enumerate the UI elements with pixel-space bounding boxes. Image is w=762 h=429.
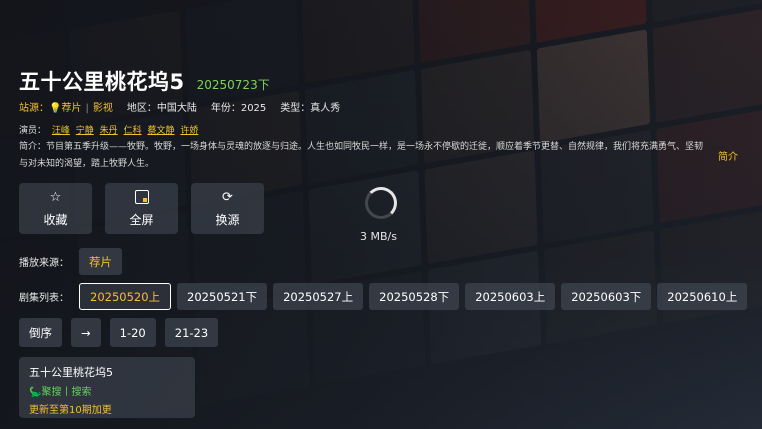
cast-link[interactable]: 汪峰 (52, 126, 70, 136)
episode-list-label: 剧集列表： (19, 293, 69, 304)
fullscreen-button[interactable]: 全屏 (105, 183, 178, 234)
episode-controls: 倒序 → 1-20 21-23 (19, 318, 219, 347)
source-label: 播放来源： (19, 258, 69, 269)
episode-item[interactable]: 20250521下 (177, 283, 268, 310)
related-card-search-links[interactable]: 🦕聚搜丨搜索 (29, 383, 185, 398)
episode-item[interactable]: 20250603上 (465, 283, 556, 310)
episode-item[interactable]: 20250603下 (561, 283, 652, 310)
show-title: 五十公里桃花坞5 (19, 70, 185, 94)
range-tab[interactable]: 21-23 (164, 318, 219, 347)
cast-link[interactable]: 仁科 (124, 126, 142, 136)
episode-list: 剧集列表： 20250520上 20250521下 20250527上 2025… (19, 283, 748, 310)
favorite-label: 收藏 (43, 213, 68, 227)
download-speed: 3 MB/s (360, 230, 397, 243)
episode-item[interactable]: 20250528下 (369, 283, 460, 310)
range-tab[interactable]: 1-20 (109, 318, 156, 347)
source-row: 播放来源： 荐片 (19, 248, 122, 275)
site-type: 影视 (92, 103, 113, 114)
description: 简介：节目第五季升级——牧野。牧野，一场身体与灵魂的放逐与归途。人生也如同牧民一… (19, 142, 704, 169)
episode-item[interactable]: 20250527上 (273, 283, 364, 310)
site-separator: | (85, 103, 89, 114)
cast-link[interactable]: 宁静 (76, 126, 94, 136)
year: 年份：2025 (210, 103, 267, 114)
site-info[interactable]: 站源：💡荐片 | 影视 (19, 99, 113, 114)
cast-row: 演员： 汪峰 宁静 朱丹 仁科 蔡文静 许娇 (19, 123, 198, 136)
site-label: 站源： (19, 103, 49, 114)
source-chip[interactable]: 荐片 (79, 248, 122, 275)
arrow-right-icon[interactable]: → (71, 318, 101, 347)
favorite-button[interactable]: ☆ 收藏 (19, 183, 92, 234)
related-card-update: 更新至第10期加更 (29, 405, 112, 416)
switch-source-button[interactable]: ⟳ 换源 (191, 183, 264, 234)
action-bar: ☆ 收藏 全屏 ⟳ 换源 (19, 183, 264, 234)
loading-spinner-icon (365, 187, 397, 219)
latest-episode: 20250723下 (196, 78, 270, 92)
refresh-icon: ⟳ (222, 189, 233, 205)
cast-label: 演员： (19, 126, 47, 136)
cast-link[interactable]: 许娇 (180, 126, 198, 136)
fullscreen-label: 全屏 (129, 213, 154, 227)
meta-row: 站源：💡荐片 | 影视 地区：中国大陆 年份：2025 类型：真人秀 (19, 99, 340, 114)
cast-link[interactable]: 朱丹 (100, 126, 118, 136)
lightbulb-icon: 💡 (49, 103, 62, 114)
reverse-order-button[interactable]: 倒序 (19, 318, 62, 347)
related-card[interactable]: 五十公里桃花坞5 🦕聚搜丨搜索 更新至第10期加更 (19, 357, 195, 418)
region: 地区：中国大陆 (126, 103, 197, 114)
site-name: 荐片 (61, 103, 82, 114)
switch-source-label: 换源 (215, 213, 240, 227)
star-icon: ☆ (49, 189, 62, 205)
title-row: 五十公里桃花坞5 20250723下 (19, 66, 270, 96)
intro-link[interactable]: 简介 (718, 148, 738, 163)
related-card-title: 五十公里桃花坞5 (29, 366, 113, 379)
cast-link[interactable]: 蔡文静 (147, 126, 174, 136)
episode-item-selected[interactable]: 20250520上 (79, 283, 172, 310)
genre: 类型：真人秀 (280, 103, 341, 114)
episode-item[interactable]: 20250610上 (657, 283, 748, 310)
fullscreen-icon (134, 189, 149, 205)
